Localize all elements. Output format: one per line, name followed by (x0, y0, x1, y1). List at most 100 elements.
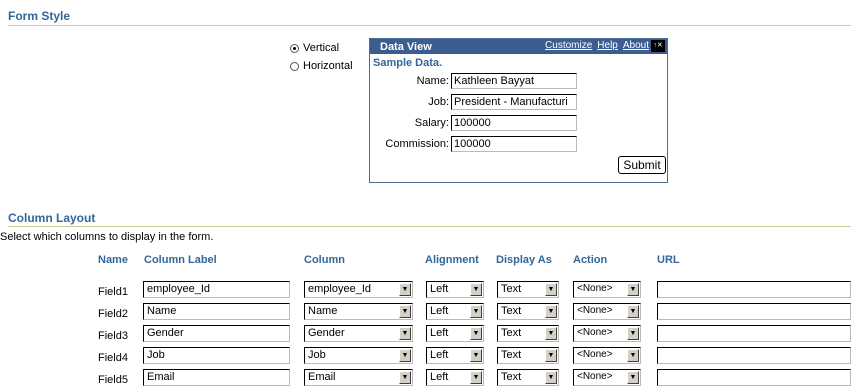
alignment-select-value: Left (430, 371, 449, 383)
header-column: Column (304, 254, 345, 266)
data-view-links: Customize Help About (545, 40, 649, 51)
column-label-input[interactable]: Job (143, 347, 290, 364)
action-select-value: <None> (577, 349, 613, 360)
display-as-select-value: Text (501, 283, 522, 295)
chevron-down-icon[interactable]: ▼ (545, 371, 557, 384)
chevron-down-icon[interactable]: ▼ (399, 349, 411, 362)
action-select[interactable]: <None> ▼ (573, 369, 641, 386)
column-select-value: Email (308, 371, 336, 383)
alignment-select[interactable]: Left ▼ (426, 281, 484, 298)
action-select[interactable]: <None> ▼ (573, 303, 641, 320)
chevron-down-icon[interactable]: ▼ (627, 283, 639, 296)
alignment-select[interactable]: Left ▼ (426, 325, 484, 342)
radio-vertical-button[interactable] (290, 43, 299, 53)
action-select-value: <None> (577, 371, 613, 382)
alignment-select-value: Left (430, 349, 449, 361)
display-as-select[interactable]: Text ▼ (497, 303, 559, 320)
alignment-select[interactable]: Left ▼ (426, 303, 484, 320)
alignment-select[interactable]: Left ▼ (426, 347, 484, 364)
chevron-down-icon[interactable]: ▼ (399, 283, 411, 296)
chevron-down-icon[interactable]: ▼ (627, 349, 639, 362)
url-input[interactable] (657, 347, 851, 364)
dv-salary-field[interactable]: 100000 (451, 115, 577, 131)
column-label-input[interactable]: Gender (143, 325, 290, 342)
header-name: Name (98, 254, 128, 266)
chevron-down-icon[interactable]: ▼ (545, 283, 557, 296)
header-url: URL (657, 254, 680, 266)
column-layout-title: Column Layout (8, 211, 96, 225)
display-as-select[interactable]: Text ▼ (497, 281, 559, 298)
chevron-down-icon[interactable]: ▼ (545, 305, 557, 318)
header-action: Action (573, 254, 608, 266)
dv-name-field[interactable]: Kathleen Bayyat (451, 73, 577, 89)
help-link[interactable]: Help (597, 40, 618, 51)
pin-close-icon[interactable]: ↑✕ (651, 40, 665, 52)
chevron-down-icon[interactable]: ▼ (399, 371, 411, 384)
column-label-input[interactable]: employee_Id (143, 281, 290, 298)
submit-button[interactable]: Submit (618, 156, 666, 174)
column-select[interactable]: Job ▼ (304, 347, 413, 364)
action-select[interactable]: <None> ▼ (573, 347, 641, 364)
about-link[interactable]: About (623, 40, 649, 51)
column-select[interactable]: Email ▼ (304, 369, 413, 386)
customize-link[interactable]: Customize (545, 40, 592, 51)
data-view-preview: Data View Customize Help About ↑✕ Sample… (369, 38, 668, 183)
column-select-value: Gender (308, 327, 345, 339)
dv-row-salary: Salary: 100000 (370, 115, 669, 131)
column-label-input[interactable]: Email (143, 369, 290, 386)
url-input[interactable] (657, 369, 851, 386)
dv-row-commission: Commission: 100000 (370, 136, 669, 152)
data-view-title: Data View (380, 40, 432, 53)
url-input[interactable] (657, 303, 851, 320)
chevron-down-icon[interactable]: ▼ (627, 327, 639, 340)
chevron-down-icon[interactable]: ▼ (470, 371, 482, 384)
chevron-down-icon[interactable]: ▼ (399, 305, 411, 318)
chevron-down-icon[interactable]: ▼ (627, 305, 639, 318)
field-name: Field2 (98, 308, 128, 320)
dv-salary-label: Salary: (414, 117, 449, 129)
dv-commission-field[interactable]: 100000 (451, 136, 577, 152)
chevron-down-icon[interactable]: ▼ (545, 327, 557, 340)
radio-horizontal[interactable]: Horizontal (290, 60, 353, 72)
url-input[interactable] (657, 325, 851, 342)
data-view-header: Data View Customize Help About ↑✕ (370, 39, 667, 54)
chevron-down-icon[interactable]: ▼ (399, 327, 411, 340)
display-as-select-value: Text (501, 371, 522, 383)
display-as-select[interactable]: Text ▼ (497, 325, 559, 342)
header-alignment: Alignment (425, 254, 479, 266)
column-select[interactable]: Name ▼ (304, 303, 413, 320)
action-select[interactable]: <None> ▼ (573, 325, 641, 342)
chevron-down-icon[interactable]: ▼ (545, 349, 557, 362)
header-display-as: Display As (496, 254, 552, 266)
column-select[interactable]: Gender ▼ (304, 325, 413, 342)
action-select-value: <None> (577, 327, 613, 338)
chevron-down-icon[interactable]: ▼ (470, 327, 482, 340)
radio-vertical[interactable]: Vertical (290, 42, 339, 54)
table-row: Field2 Name Name ▼ Left ▼ Text ▼ <None> ▼ (0, 303, 851, 323)
table-row: Field4 Job Job ▼ Left ▼ Text ▼ <None> ▼ (0, 347, 851, 367)
column-layout-divider (8, 226, 851, 227)
column-select-value: Job (308, 349, 326, 361)
chevron-down-icon[interactable]: ▼ (470, 349, 482, 362)
dv-job-field[interactable]: President - Manufacturi (451, 94, 577, 110)
action-select[interactable]: <None> ▼ (573, 281, 641, 298)
chevron-down-icon[interactable]: ▼ (470, 305, 482, 318)
dv-row-job: Job: President - Manufacturi (370, 94, 669, 110)
action-select-value: <None> (577, 283, 613, 294)
url-input[interactable] (657, 281, 851, 298)
column-select[interactable]: employee_Id ▼ (304, 281, 413, 298)
display-as-select[interactable]: Text ▼ (497, 369, 559, 386)
dv-row-name: Name: Kathleen Bayyat (370, 73, 669, 89)
alignment-select[interactable]: Left ▼ (426, 369, 484, 386)
table-row: Field1 employee_Id employee_Id ▼ Left ▼ Te… (0, 281, 851, 301)
form-style-title: Form Style (8, 9, 71, 23)
dv-commission-label: Commission: (385, 138, 449, 150)
dv-name-label: Name: (416, 75, 449, 87)
chevron-down-icon[interactable]: ▼ (627, 371, 639, 384)
form-style-divider (8, 25, 851, 26)
column-label-input[interactable]: Name (143, 303, 290, 320)
chevron-down-icon[interactable]: ▼ (470, 283, 482, 296)
radio-horizontal-button[interactable] (290, 61, 299, 71)
alignment-select-value: Left (430, 327, 449, 339)
display-as-select[interactable]: Text ▼ (497, 347, 559, 364)
